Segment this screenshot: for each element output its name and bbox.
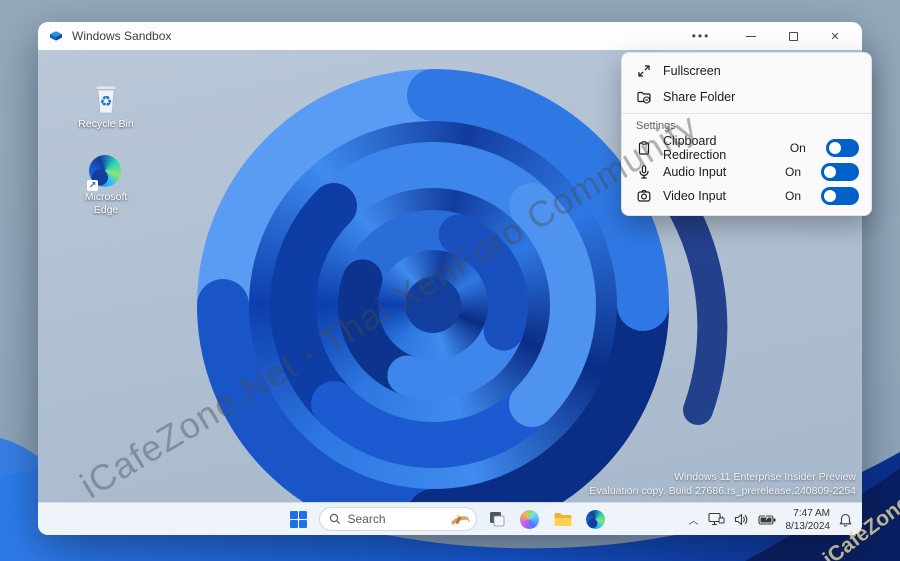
minimize-button[interactable] xyxy=(730,23,772,49)
start-icon xyxy=(290,510,307,528)
microphone-icon xyxy=(639,165,649,179)
network-icon[interactable] xyxy=(707,512,725,527)
setting-label: Clipboard Redirection xyxy=(663,134,727,162)
start-button[interactable] xyxy=(286,506,312,532)
setting-state: On xyxy=(784,189,801,203)
notification-bell-icon[interactable] xyxy=(839,513,852,527)
battery-icon[interactable] xyxy=(757,513,777,526)
task-view-icon xyxy=(489,512,504,527)
tray-clock[interactable]: 7:47 AM 8/13/2024 xyxy=(786,507,831,533)
desktop-icon-label: Microsoft Edge xyxy=(84,191,128,217)
build-watermark-line2: Evaluation copy. Build 27686.rs_prerelea… xyxy=(589,484,856,497)
setting-state: On xyxy=(789,141,806,155)
setting-clipboard-redirection: Clipboard Redirection On xyxy=(622,134,871,162)
recycle-bin-icon: ♻ xyxy=(95,85,117,114)
fullscreen-icon xyxy=(638,65,650,77)
file-explorer-button[interactable] xyxy=(550,506,576,532)
build-watermark-line1: Windows 11 Enterprise Insider Preview xyxy=(674,470,856,483)
menu-item-label: Share Folder xyxy=(663,90,736,104)
tray-time: 7:47 AM xyxy=(793,507,830,519)
desktop-icon-label: Recycle Bin xyxy=(78,118,134,130)
clipboard-icon xyxy=(638,141,650,155)
hidden-icons-chevron[interactable]: ︿ xyxy=(689,512,699,527)
setting-audio-input: Audio Input On xyxy=(622,160,871,184)
video-input-toggle[interactable] xyxy=(821,187,859,205)
task-view-button[interactable] xyxy=(484,506,510,532)
search-icon xyxy=(329,513,340,525)
taskbar: Search ︿ 7:47 AM 8/13/2024 xyxy=(38,502,862,535)
audio-input-toggle[interactable] xyxy=(821,163,859,181)
screenshot-stage: Windows Sandbox ••• ✕ ♻ Recycle Bin ↗ Mi… xyxy=(0,0,900,561)
edge-button[interactable] xyxy=(583,506,609,532)
menu-separator xyxy=(622,113,871,114)
setting-label: Audio Input xyxy=(663,165,727,179)
sandbox-app-icon xyxy=(50,31,62,41)
taskbar-center: Search xyxy=(286,506,609,532)
volume-icon[interactable] xyxy=(734,513,749,526)
system-tray: ︿ 7:47 AM 8/13/2024 xyxy=(689,503,853,535)
copilot-icon xyxy=(520,509,539,529)
setting-video-input: Video Input On xyxy=(622,184,871,208)
window-title: Windows Sandbox xyxy=(72,29,172,43)
search-highlight-pencil-icon xyxy=(450,512,470,525)
close-button[interactable]: ✕ xyxy=(814,23,856,49)
more-options-button[interactable]: ••• xyxy=(680,23,722,49)
search-placeholder: Search xyxy=(347,512,386,526)
menu-item-share-folder[interactable]: Share Folder xyxy=(622,84,871,110)
windows-build-watermark: Windows 11 Enterprise Insider Preview Ev… xyxy=(589,470,856,498)
setting-label: Video Input xyxy=(663,189,727,203)
menu-item-fullscreen[interactable]: Fullscreen xyxy=(622,58,871,84)
search-box[interactable]: Search xyxy=(318,507,477,531)
clipboard-redirection-toggle[interactable] xyxy=(825,139,859,157)
menu-item-label: Fullscreen xyxy=(663,64,721,78)
copilot-button[interactable] xyxy=(517,506,543,532)
desktop-icon-recycle-bin[interactable]: ♻ Recycle Bin xyxy=(68,82,144,131)
maximize-button[interactable] xyxy=(772,23,814,49)
file-explorer-icon xyxy=(554,512,571,526)
shortcut-arrow-icon: ↗ xyxy=(87,180,98,191)
title-bar[interactable]: Windows Sandbox ••• ✕ xyxy=(38,22,862,50)
svg-text:♻: ♻ xyxy=(100,93,113,109)
tray-date: 8/13/2024 xyxy=(785,520,831,532)
edge-icon xyxy=(586,509,605,529)
camera-icon xyxy=(637,189,651,202)
setting-state: On xyxy=(784,165,801,179)
desktop-icon-microsoft-edge[interactable]: ↗ Microsoft Edge xyxy=(68,155,144,217)
share-folder-icon xyxy=(637,91,651,104)
sandbox-options-flyout: Fullscreen Share Folder Settings Clipboa… xyxy=(621,52,872,216)
